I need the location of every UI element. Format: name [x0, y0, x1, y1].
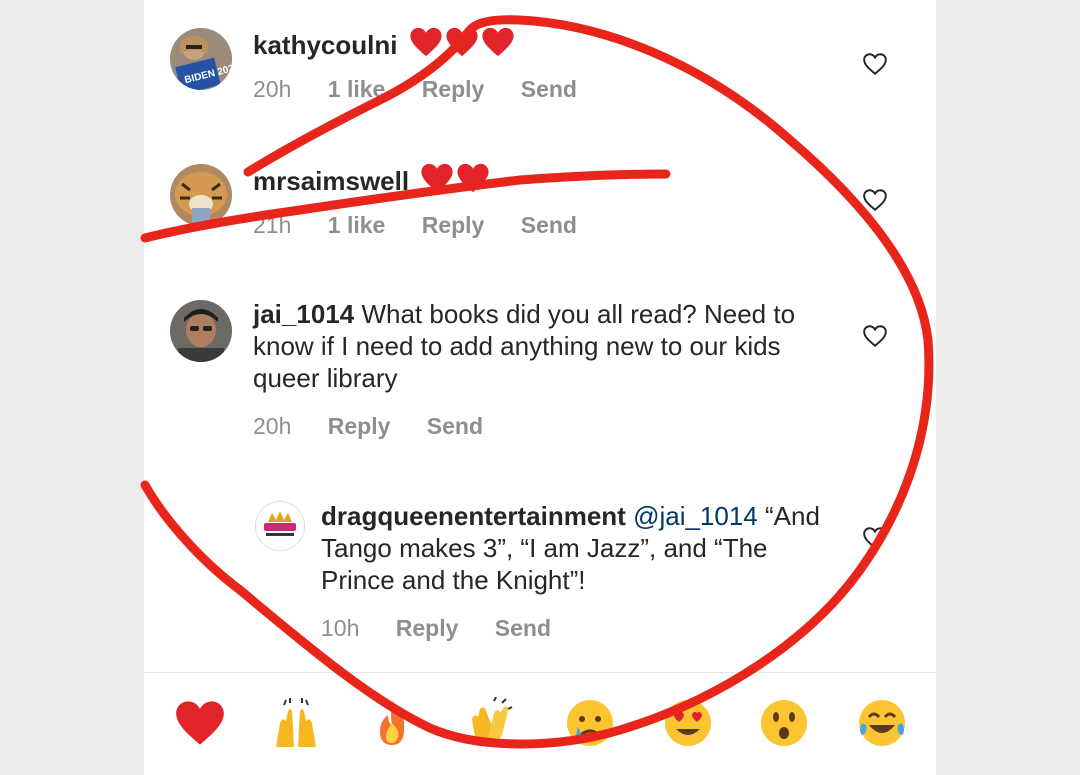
- timestamp: 20h: [253, 413, 292, 439]
- avatar[interactable]: [255, 501, 305, 551]
- username[interactable]: dragqueenentertainment: [321, 501, 626, 531]
- astonished-face-icon[interactable]: [758, 697, 810, 749]
- heart-emojis: [409, 26, 515, 58]
- username[interactable]: kathycoulni: [253, 30, 397, 60]
- send-button[interactable]: Send: [521, 212, 577, 238]
- heart-emojis: [420, 162, 490, 194]
- crying-face-icon[interactable]: [564, 697, 616, 749]
- comment-meta: 20h Reply Send: [253, 413, 513, 440]
- red-heart-icon[interactable]: [174, 697, 226, 749]
- like-heart-icon[interactable]: [862, 188, 888, 212]
- username[interactable]: jai_1014: [253, 299, 354, 329]
- tears-of-joy-face-icon[interactable]: [856, 697, 908, 749]
- timestamp: 20h: [253, 76, 292, 102]
- avatar[interactable]: [170, 300, 232, 362]
- avatar[interactable]: BIDEN 2020: [170, 28, 232, 90]
- clapping-hands-icon[interactable]: [464, 697, 516, 749]
- reply-button[interactable]: Reply: [422, 76, 485, 102]
- avatar[interactable]: [170, 164, 232, 226]
- like-heart-icon[interactable]: [862, 324, 888, 348]
- comment-meta: 10h Reply Send: [321, 615, 581, 642]
- likes-count[interactable]: 1 like: [328, 212, 386, 238]
- send-button[interactable]: Send: [521, 76, 577, 102]
- fire-icon[interactable]: [366, 697, 418, 749]
- comment-meta: 20h 1 like Reply Send: [253, 76, 607, 103]
- send-button[interactable]: Send: [495, 615, 551, 641]
- reply-button[interactable]: Reply: [396, 615, 459, 641]
- send-button[interactable]: Send: [427, 413, 483, 439]
- timestamp: 21h: [253, 212, 292, 238]
- reply-button[interactable]: Reply: [422, 212, 485, 238]
- mention-link[interactable]: @jai_1014: [633, 501, 758, 531]
- likes-count[interactable]: 1 like: [328, 76, 386, 102]
- username[interactable]: mrsaimswell: [253, 166, 409, 196]
- heart-eyes-face-icon[interactable]: [662, 697, 714, 749]
- timestamp: 10h: [321, 615, 360, 641]
- comment-meta: 21h 1 like Reply Send: [253, 212, 607, 239]
- like-heart-icon[interactable]: [862, 526, 888, 550]
- raising-hands-icon[interactable]: [270, 697, 322, 749]
- reaction-bar: [144, 673, 936, 775]
- reply-button[interactable]: Reply: [328, 413, 391, 439]
- like-heart-icon[interactable]: [862, 52, 888, 76]
